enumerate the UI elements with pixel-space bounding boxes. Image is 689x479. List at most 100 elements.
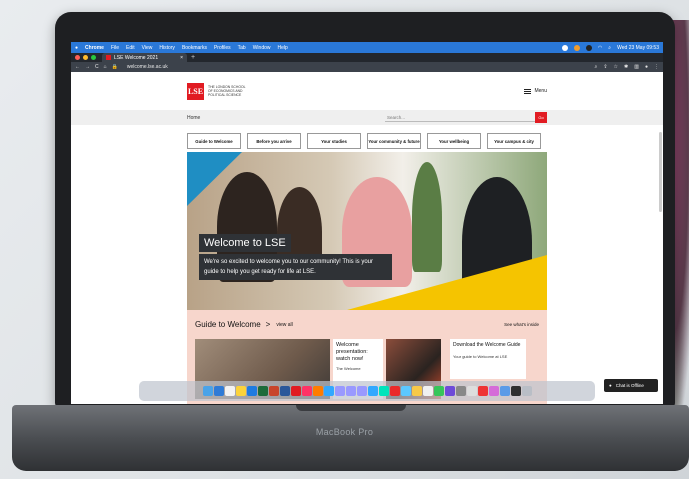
- acrobat-icon[interactable]: [389, 386, 400, 396]
- menu-history[interactable]: History: [159, 45, 175, 51]
- nav-your-studies[interactable]: Your studies: [307, 133, 361, 149]
- lse-app-icon[interactable]: [290, 386, 301, 396]
- app-icon[interactable]: [466, 386, 477, 396]
- guide-title[interactable]: Guide to Welcome: [195, 320, 261, 329]
- excel-icon[interactable]: [257, 386, 268, 396]
- zoom-icon[interactable]: ⌕: [595, 64, 598, 70]
- hero-text: We're so excited to welcome you to our c…: [199, 254, 392, 280]
- media-encoder-icon[interactable]: [345, 386, 356, 396]
- word-icon[interactable]: [279, 386, 290, 396]
- share-icon[interactable]: ⇪: [603, 64, 607, 70]
- back-icon[interactable]: ←: [75, 64, 80, 70]
- messages-icon[interactable]: [433, 386, 444, 396]
- page-scrollbar[interactable]: [659, 132, 662, 212]
- home-icon[interactable]: ⌂: [104, 64, 107, 70]
- minimize-window-icon[interactable]: [83, 55, 88, 60]
- search-icon[interactable]: ⌕: [608, 45, 611, 51]
- hero-banner: Welcome to LSE We're so excited to welco…: [187, 152, 547, 310]
- nav-your-campus[interactable]: Your campus & city: [487, 133, 541, 149]
- laptop-notch: [295, 405, 406, 411]
- app-icon[interactable]: [422, 386, 433, 396]
- lse-logo[interactable]: LSE: [187, 82, 204, 100]
- sidebar-icon[interactable]: ▥: [634, 64, 639, 70]
- menu-clock[interactable]: Wed 23 May 09:53: [617, 45, 659, 51]
- lightroom-icon[interactable]: [367, 386, 378, 396]
- profile-avatar[interactable]: ●: [645, 64, 648, 70]
- app-menu[interactable]: Chrome: [85, 45, 104, 51]
- app-icon[interactable]: [400, 386, 411, 396]
- wifi-icon[interactable]: ◠: [598, 45, 602, 51]
- breadcrumb-home[interactable]: Home: [187, 115, 200, 121]
- app-icon[interactable]: [444, 386, 455, 396]
- laptop-base: [12, 405, 689, 471]
- menu-file[interactable]: File: [111, 45, 119, 51]
- notes-icon[interactable]: [235, 386, 246, 396]
- app-icon[interactable]: [477, 386, 488, 396]
- logo-line: POLITICAL SCIENCE: [208, 93, 242, 97]
- tab-title: LSE Welcome 2021: [114, 54, 159, 61]
- status-icon[interactable]: [561, 44, 568, 51]
- card-subtitle: Your guide to Welcome at LSE: [453, 354, 508, 359]
- search-input[interactable]: Search...: [385, 113, 535, 122]
- address-bar: ← → C ⌂ 🔒 welcome.lse.ac.uk ⌕ ⇪ ☆ ✱ ▥ ● …: [71, 62, 663, 72]
- finder-icon[interactable]: [202, 386, 213, 396]
- apple-icon[interactable]: ●: [75, 45, 78, 51]
- nav-your-wellbeing[interactable]: Your wellbeing: [427, 133, 481, 149]
- nav-your-community[interactable]: Your community & future: [367, 133, 421, 149]
- download-guide-card[interactable]: Download the Welcome Guide Your guide to…: [450, 339, 526, 379]
- nav-before-you-arrive[interactable]: Before you arrive: [247, 133, 301, 149]
- menu-edit[interactable]: Edit: [126, 45, 135, 51]
- after-effects-icon[interactable]: [334, 386, 345, 396]
- trash-icon[interactable]: [521, 386, 532, 396]
- app-icon[interactable]: [411, 386, 422, 396]
- url-field[interactable]: welcome.lse.ac.uk: [127, 64, 168, 70]
- status-icon[interactable]: [573, 44, 580, 51]
- chat-widget[interactable]: ● Chat is Offline: [604, 379, 658, 392]
- menu-bookmarks[interactable]: Bookmarks: [182, 45, 207, 51]
- reload-icon[interactable]: C: [95, 64, 99, 70]
- close-window-icon[interactable]: [75, 55, 80, 60]
- more-menu-icon[interactable]: ⋮: [654, 64, 659, 70]
- bookmark-star-icon[interactable]: ☆: [614, 64, 618, 70]
- window-controls: [75, 55, 96, 60]
- indesign-icon[interactable]: [301, 386, 312, 396]
- menu-window[interactable]: Window: [253, 45, 271, 51]
- settings-icon[interactable]: [455, 386, 466, 396]
- new-tab-button[interactable]: +: [191, 54, 195, 61]
- zoom-window-icon[interactable]: [91, 55, 96, 60]
- mac-menu-bar: ● Chrome File Edit View History Bookmark…: [71, 42, 663, 53]
- menu-view[interactable]: View: [142, 45, 153, 51]
- menu-help[interactable]: Help: [278, 45, 288, 51]
- close-tab-icon[interactable]: ×: [180, 55, 183, 61]
- menu-label: Menu: [534, 88, 547, 94]
- decorative-blue-shape: [187, 152, 242, 206]
- search-go-button[interactable]: Go: [535, 112, 547, 123]
- menu-tab[interactable]: Tab: [238, 45, 246, 51]
- extension-icon[interactable]: ✱: [624, 64, 628, 70]
- lock-icon: 🔒: [111, 64, 118, 70]
- app-icon[interactable]: [246, 386, 257, 396]
- powerpoint-icon[interactable]: [268, 386, 279, 396]
- see-inside-link[interactable]: See what's inside: [504, 322, 539, 327]
- view-all-link[interactable]: view all: [276, 322, 292, 328]
- menu-profiles[interactable]: Profiles: [214, 45, 231, 51]
- chat-bubble-icon: ●: [609, 383, 612, 388]
- status-icon[interactable]: [585, 44, 592, 51]
- menu-button[interactable]: Menu: [524, 88, 547, 94]
- forward-icon[interactable]: →: [85, 64, 90, 70]
- audition-icon[interactable]: [378, 386, 389, 396]
- nav-guide-to-welcome[interactable]: Guide to Welcome: [187, 133, 241, 149]
- browser-tab[interactable]: LSE Welcome 2021 ×: [102, 53, 187, 62]
- app-icon[interactable]: [213, 386, 224, 396]
- app-icon[interactable]: [510, 386, 521, 396]
- app-icon[interactable]: [488, 386, 499, 396]
- card-title: Download the Welcome Guide: [453, 342, 521, 348]
- lse-logo-text: THE LONDON SCHOOL OF ECONOMICS AND POLIT…: [208, 85, 246, 97]
- chrome-icon[interactable]: [224, 386, 235, 396]
- premiere-icon[interactable]: [356, 386, 367, 396]
- illustrator-icon[interactable]: [312, 386, 323, 396]
- browser-tab-bar: LSE Welcome 2021 × +: [71, 53, 663, 62]
- photoshop-icon[interactable]: [323, 386, 334, 396]
- app-icon[interactable]: [499, 386, 510, 396]
- lse-website: LSE THE LONDON SCHOOL OF ECONOMICS AND P…: [71, 72, 663, 404]
